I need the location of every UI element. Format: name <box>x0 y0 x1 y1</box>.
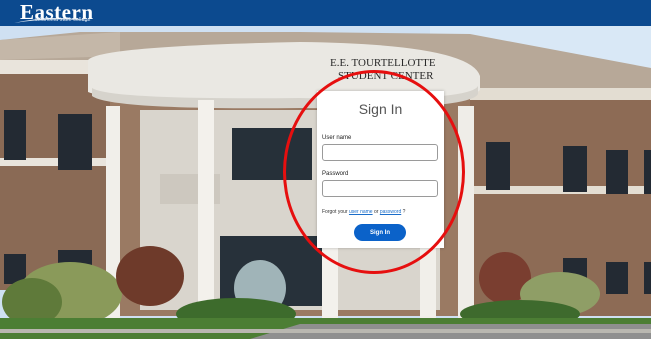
username-input[interactable] <box>322 144 438 161</box>
forgot-prefix: Forgot your <box>322 209 348 215</box>
forgot-password-link[interactable]: password <box>380 209 401 215</box>
password-label: Password <box>322 171 349 177</box>
forgot-suffix: ? <box>402 209 406 215</box>
eastern-logo[interactable]: Eastern oklahoma state college <box>6 1 116 25</box>
forgot-username-link[interactable]: user name <box>349 209 373 215</box>
sign-in-button[interactable]: Sign In <box>354 224 406 241</box>
username-label: User name <box>322 135 352 141</box>
password-input[interactable] <box>322 180 438 197</box>
building-sign-line1: E.E. TOURTELLOTTE <box>330 57 436 69</box>
logo-tagline: oklahoma state college <box>35 17 91 23</box>
forgot-credentials-text: Forgot your user name or password ? <box>322 209 405 215</box>
sign-in-panel: Sign In User name Password Forgot your u… <box>317 91 444 248</box>
sign-in-title: Sign In <box>358 101 403 117</box>
top-header-bar: Eastern oklahoma state college <box>0 0 651 26</box>
building-sign-line2: STUDENT CENTER <box>338 70 434 82</box>
forgot-or: or <box>373 209 379 215</box>
